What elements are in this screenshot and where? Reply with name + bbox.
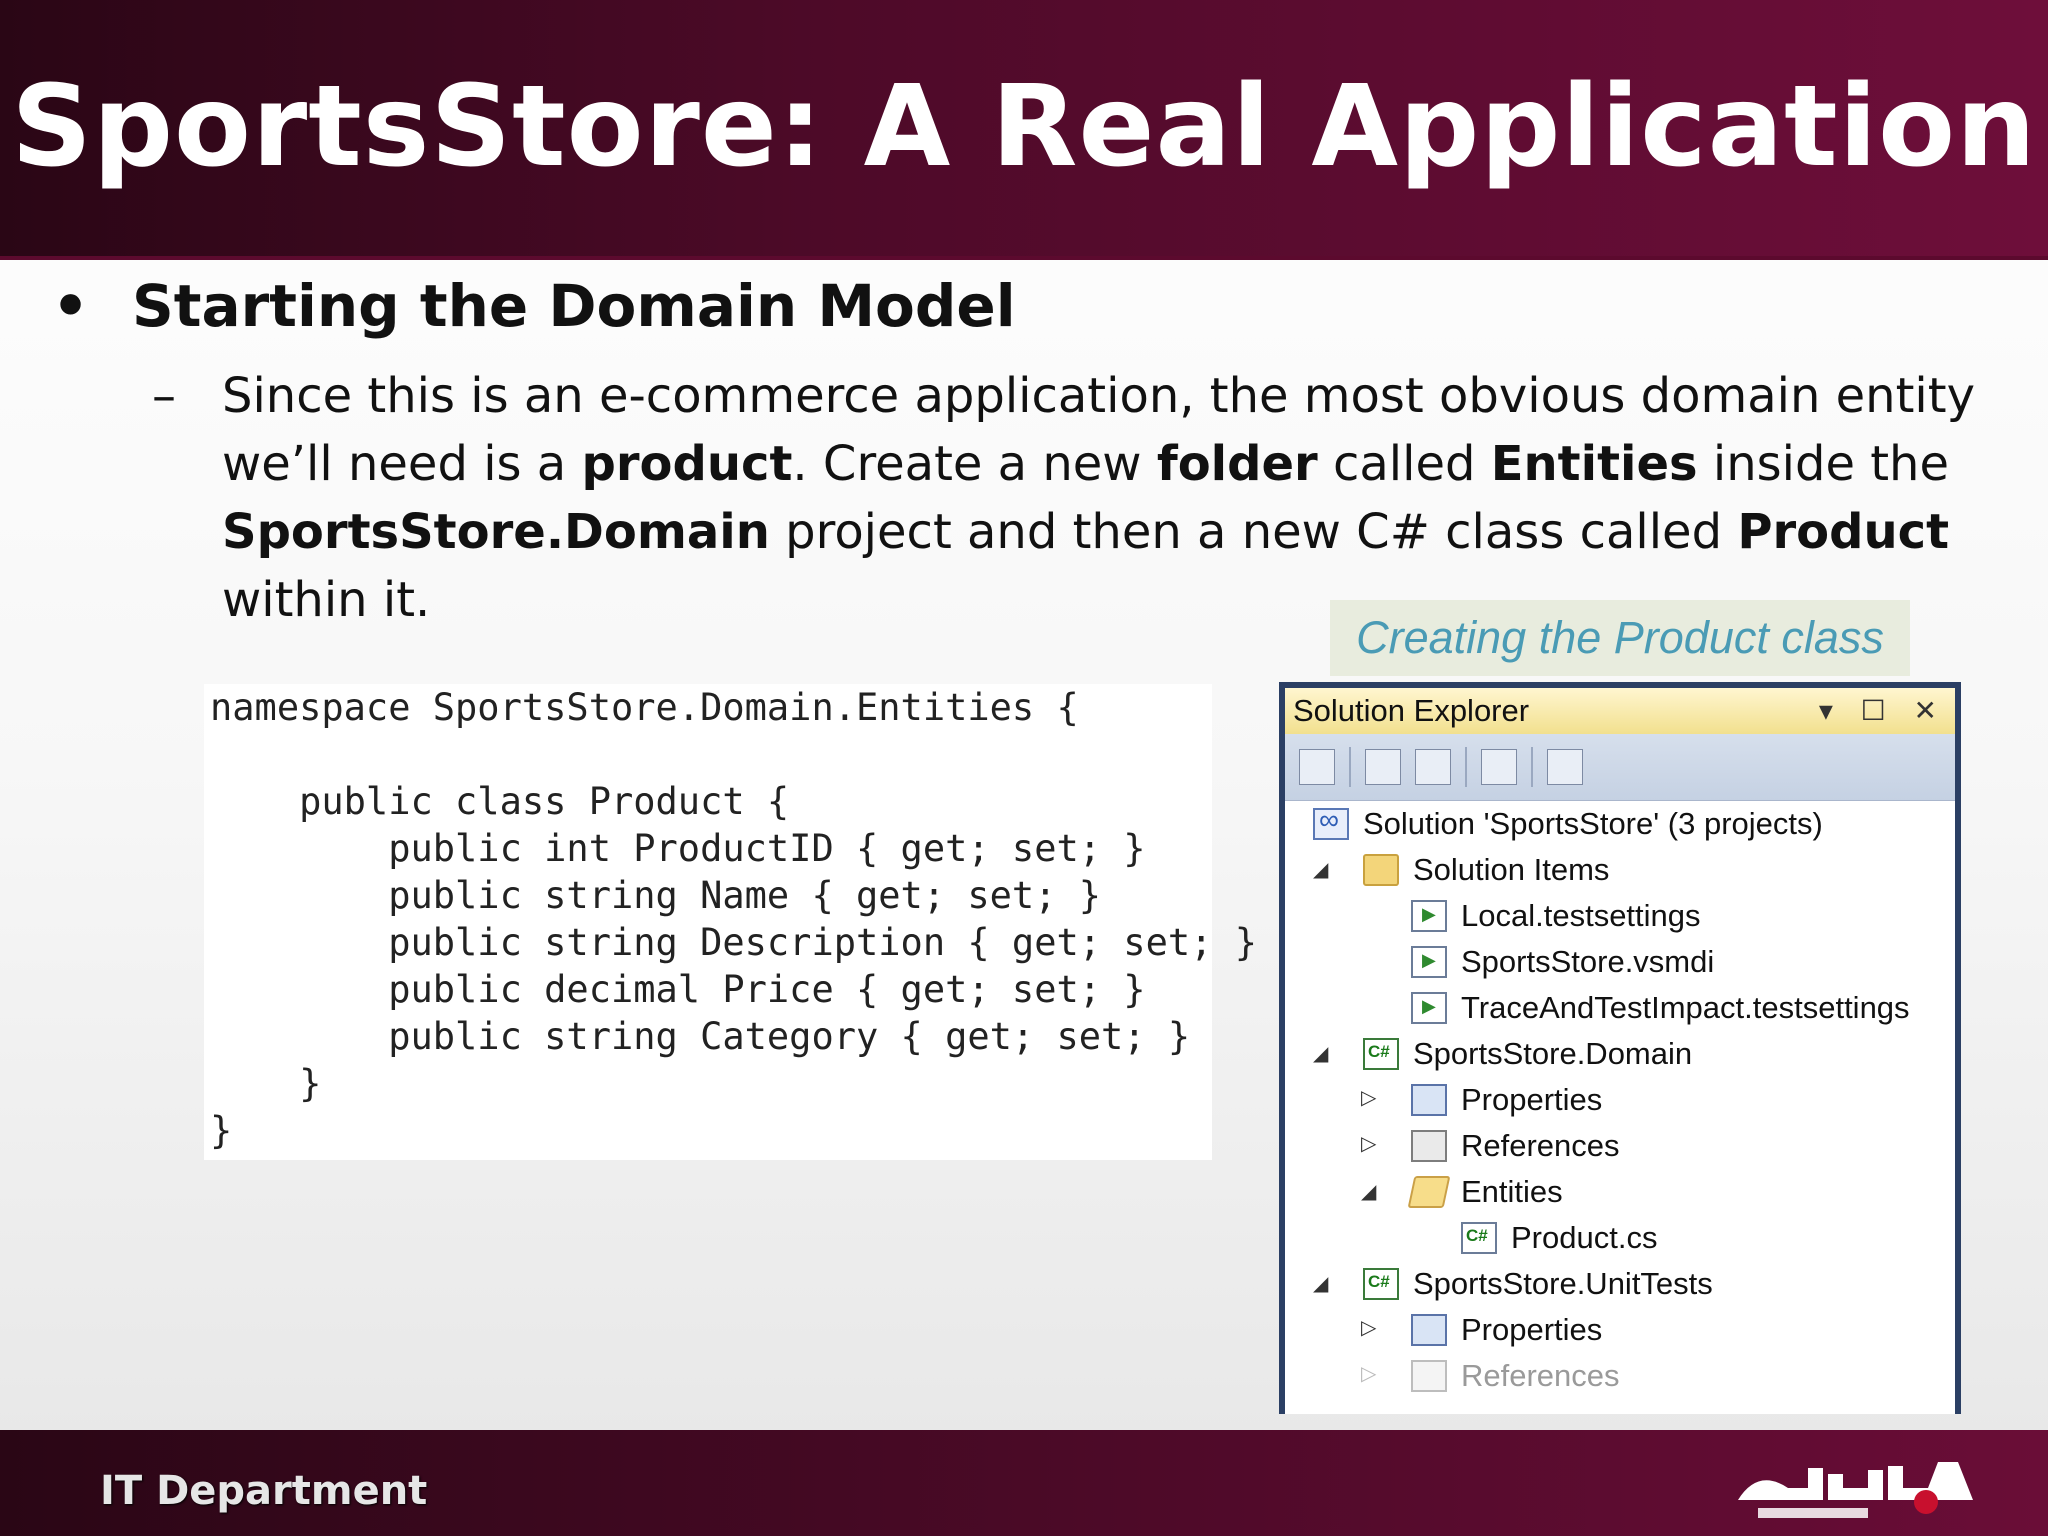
window-controls[interactable]: ▾ ☐ ✕ bbox=[1819, 694, 1947, 727]
toolbar-separator bbox=[1349, 747, 1351, 787]
tree-item-entities-folder[interactable]: ◢ Entities bbox=[1361, 1169, 1563, 1215]
sub-text-part: called bbox=[1317, 436, 1491, 492]
tree-item-label: SportsStore.Domain bbox=[1413, 1036, 1693, 1071]
expanded-arrow-icon[interactable]: ◢ bbox=[1313, 1271, 1328, 1296]
expanded-arrow-icon[interactable]: ◢ bbox=[1361, 1179, 1376, 1204]
testsettings-icon bbox=[1411, 992, 1447, 1024]
tree-item-trace-testsettings[interactable]: TraceAndTestImpact.testsettings bbox=[1411, 985, 1910, 1031]
sub-text-bold: Entities bbox=[1490, 436, 1698, 492]
sub-text-part: . Create a new bbox=[792, 436, 1157, 492]
csharp-project-icon bbox=[1363, 1038, 1399, 1070]
code-snippet: namespace SportsStore.Domain.Entities { … bbox=[204, 684, 1257, 1160]
sub-bullet: – Since this is an e-commerce applicatio… bbox=[152, 362, 2022, 634]
tree-item-product-cs[interactable]: Product.cs bbox=[1461, 1215, 1657, 1261]
company-logo bbox=[1738, 1462, 1973, 1518]
references-icon bbox=[1411, 1360, 1447, 1392]
slide-title: SportsStore: A Real Application bbox=[11, 62, 2037, 192]
solution-explorer-window: Solution Explorer ▾ ☐ ✕ Solution 'Sports… bbox=[1279, 682, 1961, 1414]
department-label: IT Department bbox=[100, 1468, 428, 1514]
vsmdi-icon bbox=[1411, 946, 1447, 978]
folder-open-icon bbox=[1407, 1176, 1451, 1208]
sub-text-bold: folder bbox=[1156, 436, 1318, 492]
expanded-arrow-icon[interactable]: ◢ bbox=[1313, 1041, 1328, 1066]
sub-text-bold: Product bbox=[1737, 504, 1950, 560]
collapsed-arrow-icon[interactable]: ▷ bbox=[1361, 1361, 1376, 1386]
tree-item-label: SportsStore.UnitTests bbox=[1413, 1266, 1713, 1301]
collapsed-arrow-icon[interactable]: ▷ bbox=[1361, 1131, 1376, 1156]
dash-icon: – bbox=[152, 368, 176, 424]
code-text: namespace SportsStore.Domain.Entities { … bbox=[210, 686, 1257, 1152]
folder-icon bbox=[1363, 854, 1399, 886]
tree-item-solution-items[interactable]: ◢ Solution Items bbox=[1313, 847, 1609, 893]
sub-text-part: project and then a new C# class called bbox=[769, 504, 1738, 560]
tree-item-vsmdi[interactable]: SportsStore.vsmdi bbox=[1411, 939, 1714, 985]
tree-item-label: Entities bbox=[1461, 1174, 1563, 1209]
collapsed-arrow-icon[interactable]: ▷ bbox=[1361, 1085, 1376, 1110]
sub-text-bold: SportsStore.Domain bbox=[222, 504, 770, 560]
tree-item-label: Product.cs bbox=[1511, 1220, 1658, 1255]
slide-footer: IT Department bbox=[0, 1430, 2048, 1536]
tree-item-label: Solution Items bbox=[1413, 852, 1610, 887]
references-icon bbox=[1411, 1130, 1447, 1162]
sub-bullet-text: Since this is an e-commerce application,… bbox=[222, 362, 2022, 634]
class-diagram-icon[interactable] bbox=[1547, 749, 1583, 785]
sub-text-part: within it. bbox=[222, 572, 431, 628]
tree-item-unittests-properties[interactable]: ▷ Properties bbox=[1361, 1307, 1602, 1353]
csharp-file-icon bbox=[1461, 1222, 1497, 1254]
tree-item-unittests-references[interactable]: ▷ References bbox=[1361, 1353, 1620, 1399]
tree-item-label: Properties bbox=[1461, 1082, 1603, 1117]
bullet-heading: • Starting the Domain Model bbox=[52, 272, 1016, 340]
tree-item-label: TraceAndTestImpact.testsettings bbox=[1461, 990, 1910, 1025]
tree-item-label: Local.testsettings bbox=[1461, 898, 1701, 933]
collapsed-arrow-icon[interactable]: ▷ bbox=[1361, 1315, 1376, 1340]
properties-icon bbox=[1411, 1084, 1447, 1116]
tree-item-label: References bbox=[1461, 1128, 1620, 1163]
solution-explorer-title: Solution Explorer bbox=[1293, 693, 1530, 728]
tree-item-label: SportsStore.vsmdi bbox=[1461, 944, 1715, 979]
toolbar-separator bbox=[1465, 747, 1467, 787]
solution-explorer-toolbar bbox=[1285, 734, 1955, 801]
properties-toolbar-icon[interactable] bbox=[1299, 749, 1335, 785]
properties-icon bbox=[1411, 1314, 1447, 1346]
solution-icon bbox=[1313, 804, 1349, 840]
csharp-project-icon bbox=[1363, 1268, 1399, 1300]
expanded-arrow-icon[interactable]: ◢ bbox=[1313, 857, 1328, 882]
toolbar-separator bbox=[1531, 747, 1533, 787]
slide-header: SportsStore: A Real Application bbox=[0, 0, 2048, 260]
tree-item-label: Solution 'SportsStore' (3 projects) bbox=[1363, 806, 1823, 841]
sub-text-part: inside the bbox=[1697, 436, 1949, 492]
tree-item-unittests-project[interactable]: ◢ SportsStore.UnitTests bbox=[1313, 1261, 1713, 1307]
tree-item-solution[interactable]: Solution 'SportsStore' (3 projects) bbox=[1313, 801, 1823, 847]
bullet-heading-text: Starting the Domain Model bbox=[132, 272, 1016, 340]
refresh-icon[interactable] bbox=[1415, 749, 1451, 785]
tree-item-label: Properties bbox=[1461, 1312, 1603, 1347]
tree-item-domain-project[interactable]: ◢ SportsStore.Domain bbox=[1313, 1031, 1692, 1077]
figure-caption: Creating the Product class bbox=[1330, 600, 1910, 676]
tree-item-domain-references[interactable]: ▷ References bbox=[1361, 1123, 1620, 1169]
show-all-files-icon[interactable] bbox=[1365, 749, 1401, 785]
sub-text-bold: product bbox=[581, 436, 793, 492]
tree-item-local-testsettings[interactable]: Local.testsettings bbox=[1411, 893, 1701, 939]
tree-item-label: References bbox=[1461, 1358, 1620, 1393]
testsettings-icon bbox=[1411, 900, 1447, 932]
view-code-icon[interactable] bbox=[1481, 749, 1517, 785]
tree-item-domain-properties[interactable]: ▷ Properties bbox=[1361, 1077, 1602, 1123]
solution-explorer-titlebar: Solution Explorer ▾ ☐ ✕ bbox=[1285, 688, 1955, 734]
bullet-icon: • bbox=[52, 272, 90, 340]
